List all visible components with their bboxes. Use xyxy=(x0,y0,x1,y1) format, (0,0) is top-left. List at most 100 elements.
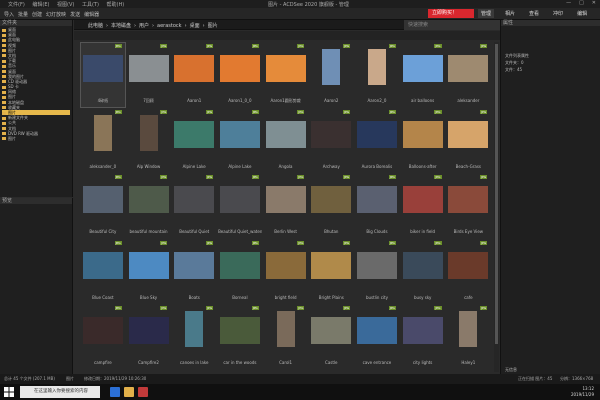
thumbnail-item[interactable]: JPG busy sky xyxy=(400,239,446,305)
thumbnail-item[interactable]: JPG city lights xyxy=(400,304,446,370)
thumbnail-item[interactable]: JPG 7回顾 xyxy=(126,42,172,108)
thumbnail-image[interactable] xyxy=(219,120,260,148)
mode-develop[interactable]: 冲印 xyxy=(550,9,566,18)
thumbnail-image[interactable] xyxy=(367,49,386,85)
create-button[interactable]: 创建 xyxy=(32,11,42,18)
breadcrumb-item[interactable]: 本地磁盘 xyxy=(111,23,131,29)
mode-photos[interactable]: 相片 xyxy=(502,9,518,18)
thumbnail-item[interactable]: JPG Aurora Borealis xyxy=(354,108,400,174)
breadcrumb-item[interactable]: 用户 xyxy=(139,23,149,29)
thumbnail-item[interactable]: JPG Aaron1圆形剪裁 xyxy=(263,42,309,108)
thumbnail-item[interactable]: JPG Bright Plains xyxy=(308,239,354,305)
thumbnail-image[interactable] xyxy=(82,55,123,82)
thumbnail-item[interactable]: JPG Berlin West xyxy=(263,173,309,239)
thumbnail-image[interactable] xyxy=(311,251,352,279)
thumbnail-image[interactable] xyxy=(219,251,260,279)
thumbnail-image[interactable] xyxy=(402,55,443,82)
thumbnail-image[interactable] xyxy=(322,49,341,85)
acdsee-icon[interactable] xyxy=(138,387,148,397)
thumbnail-item[interactable]: JPG Balloons-after xyxy=(400,108,446,174)
thumbnail-image[interactable] xyxy=(265,186,306,213)
thumbnail-item[interactable]: JPG Beautiful Quiet xyxy=(171,173,217,239)
thumbnail-image[interactable] xyxy=(448,55,489,82)
tree-item[interactable]: 图片 xyxy=(2,136,70,141)
thumbnail-image[interactable] xyxy=(82,186,123,213)
thumbnail-image[interactable] xyxy=(448,120,489,148)
thumbnail-image[interactable] xyxy=(265,120,306,148)
thumbnail-item[interactable]: JPG cafe xyxy=(446,239,492,305)
thumbnail-item[interactable]: JPG Beautiful City xyxy=(80,173,126,239)
thumbnail-item[interactable]: JPG Blue Coast xyxy=(80,239,126,305)
thumbnail-item[interactable]: JPG Beach-Grass xyxy=(446,108,492,174)
minimize-button[interactable]: — xyxy=(566,0,571,6)
thumbnail-item[interactable]: JPG Aaron2_0 xyxy=(354,42,400,108)
thumbnail-item[interactable]: JPG Alp Window xyxy=(126,108,172,174)
thumbnail-image[interactable] xyxy=(128,186,169,213)
breadcrumb-item[interactable]: 图片 xyxy=(208,23,218,29)
thumbnail-image[interactable] xyxy=(356,317,397,344)
editor-button[interactable]: 编辑器 xyxy=(84,11,99,18)
quick-search-input[interactable]: 快速搜索 xyxy=(404,20,500,30)
thumbnail-image[interactable] xyxy=(219,186,260,213)
thumbnail-image[interactable] xyxy=(265,251,306,279)
thumbnail-item[interactable]: JPG campfire xyxy=(80,304,126,370)
breadcrumb-item[interactable]: 桌面 xyxy=(190,23,200,29)
thumbnail-item[interactable]: JPG cave entrance xyxy=(354,304,400,370)
mode-edit[interactable]: 编辑 xyxy=(574,9,590,18)
scrollbar-thumb[interactable] xyxy=(495,44,498,344)
batch-button[interactable]: 批量 xyxy=(18,11,28,18)
thumbnail-item[interactable]: JPG bright field xyxy=(263,239,309,305)
thumbnail-image[interactable] xyxy=(402,120,443,148)
maximize-button[interactable]: □ xyxy=(579,0,584,6)
thumbnail-image[interactable] xyxy=(265,55,306,82)
thumbnail-image[interactable] xyxy=(82,251,123,279)
breadcrumb-item[interactable]: aerastock xyxy=(157,23,182,29)
thumbnail-image[interactable] xyxy=(356,186,397,213)
thumbnail-item[interactable]: JPG Alpine Lake xyxy=(171,108,217,174)
thumbnail-image[interactable] xyxy=(139,114,158,151)
thumbnail-item[interactable]: JPG Borneal xyxy=(217,239,263,305)
grid-scrollbar[interactable] xyxy=(494,42,499,372)
thumbnail-item[interactable]: JPG Angola xyxy=(263,108,309,174)
thumbnail-item[interactable]: JPG 4碎纸 xyxy=(80,42,126,108)
thumbnail-item[interactable]: JPG Campfire2 xyxy=(126,304,172,370)
file-explorer-icon[interactable] xyxy=(124,387,134,397)
import-button[interactable]: 导入 xyxy=(4,11,14,18)
thumbnail-image[interactable] xyxy=(219,317,260,344)
thumbnail-image[interactable] xyxy=(402,317,443,344)
buy-now-button[interactable]: 立即购买！ xyxy=(428,9,474,18)
thumbnail-image[interactable] xyxy=(128,251,169,279)
thumbnail-item[interactable]: JPG Beautiful Quiet_watermark xyxy=(217,173,263,239)
send-button[interactable]: 发送 xyxy=(70,11,80,18)
edge-icon[interactable] xyxy=(110,387,120,397)
thumbnail-image[interactable] xyxy=(128,317,169,344)
mode-view[interactable]: 查看 xyxy=(526,9,542,18)
thumbnail-item[interactable]: JPG Birds Eye View xyxy=(446,173,492,239)
thumbnail-item[interactable]: JPG biker in field xyxy=(400,173,446,239)
thumbnail-image[interactable] xyxy=(174,186,215,213)
thumbnail-image[interactable] xyxy=(185,311,204,347)
thumbnail-item[interactable]: JPG air balloons xyxy=(400,42,446,108)
thumbnail-image[interactable] xyxy=(448,186,489,213)
thumbnail-image[interactable] xyxy=(311,186,352,213)
close-button[interactable]: ✕ xyxy=(592,0,596,6)
thumbnail-image[interactable] xyxy=(93,114,112,151)
thumbnail-item[interactable]: JPG car in the woods xyxy=(217,304,263,370)
thumbnail-item[interactable]: JPG Boats xyxy=(171,239,217,305)
thumbnail-item[interactable]: JPG Aaron2 xyxy=(308,42,354,108)
breadcrumb-item[interactable]: 此电脑 xyxy=(88,23,103,29)
thumbnail-image[interactable] xyxy=(448,251,489,279)
thumbnail-item[interactable]: JPG aleksander_0 xyxy=(80,108,126,174)
thumbnail-item[interactable]: JPG Aaron1 xyxy=(171,42,217,108)
thumbnail-image[interactable] xyxy=(356,120,397,148)
thumbnail-item[interactable]: JPG Alpine Lake xyxy=(217,108,263,174)
taskbar-search-input[interactable]: 在这里输入你要搜索的内容 xyxy=(20,386,100,398)
thumbnail-item[interactable]: JPG Archway xyxy=(308,108,354,174)
thumbnail-item[interactable]: JPG aleksander xyxy=(446,42,492,108)
windows-start-icon[interactable] xyxy=(4,387,14,397)
thumbnail-image[interactable] xyxy=(174,120,215,148)
thumbnail-item[interactable]: JPG Castle xyxy=(308,304,354,370)
thumbnail-item[interactable]: JPG canoes in lake xyxy=(171,304,217,370)
thumbnail-item[interactable]: JPG bustlin city xyxy=(354,239,400,305)
thumbnail-image[interactable] xyxy=(311,120,352,148)
